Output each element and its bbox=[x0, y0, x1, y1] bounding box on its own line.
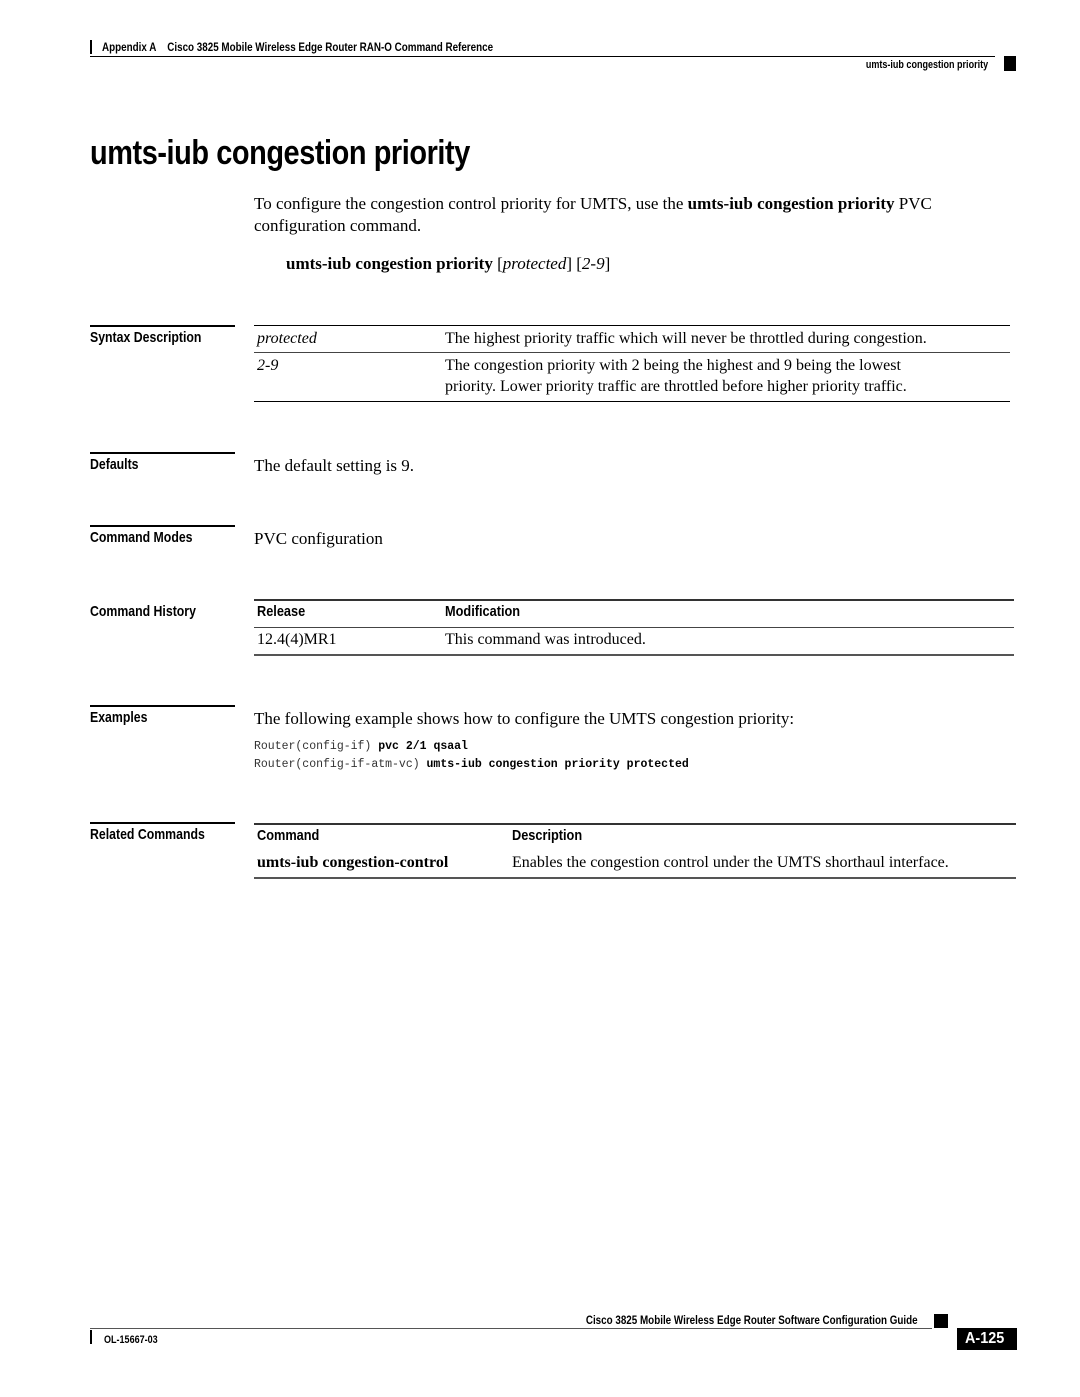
section-label-command-history: Command History bbox=[90, 603, 196, 620]
page-title: umts-iub congestion priority bbox=[90, 134, 470, 172]
command-syntax: umts-iub congestion priority [protected]… bbox=[286, 254, 610, 274]
examples-text: The following example shows how to confi… bbox=[254, 709, 795, 728]
header-book-info: Appendix A Cisco 3825 Mobile Wireless Ed… bbox=[102, 40, 493, 54]
syntax-param-range: 2-9 bbox=[257, 355, 278, 376]
desc-line: The congestion priority with 2 being the… bbox=[445, 357, 901, 374]
param-text: protected bbox=[257, 330, 317, 347]
section-rule bbox=[90, 325, 235, 327]
code-command: pvc 2/1 qsaal bbox=[378, 740, 468, 753]
syntax-param-protected: protected bbox=[257, 328, 317, 349]
history-release: 12.4(4)MR1 bbox=[257, 631, 337, 648]
syntax-command: umts-iub congestion priority bbox=[286, 254, 493, 273]
header-running-title: umts-iub congestion priority bbox=[865, 59, 988, 71]
code-prompt: Router(config-if-atm-vc) bbox=[254, 758, 427, 771]
param-text: 2-9 bbox=[257, 357, 279, 374]
defaults-text: The default setting is 9. bbox=[254, 456, 415, 475]
page-number: A-125 bbox=[957, 1328, 1017, 1350]
page-number-text: A-125 bbox=[965, 1330, 1005, 1347]
syntax-bracket: ] bbox=[604, 254, 611, 273]
syntax-arg-protected: protected bbox=[502, 254, 567, 273]
footer-bar bbox=[90, 1330, 92, 1344]
syntax-desc-protected: The highest priority traffic which will … bbox=[445, 330, 927, 347]
related-header-command: Command bbox=[257, 827, 320, 844]
intro-command: umts-iub congestion priority bbox=[687, 194, 895, 213]
table-row-divider bbox=[254, 352, 1010, 353]
related-command-description: Enables the congestion control under the… bbox=[512, 854, 949, 871]
syntax-bracket: ] [ bbox=[566, 254, 582, 273]
footer-rule bbox=[90, 1328, 932, 1329]
table-rule-bottom bbox=[254, 877, 1016, 879]
related-command-link[interactable]: umts-iub congestion-control bbox=[257, 852, 448, 873]
history-header-release: Release bbox=[257, 603, 306, 620]
section-label-defaults: Defaults bbox=[90, 456, 139, 473]
table-rule-top bbox=[254, 599, 1014, 601]
intro-paragraph: To configure the congestion control prio… bbox=[254, 193, 1014, 237]
desc-line: priority. Lower priority traffic are thr… bbox=[445, 378, 907, 395]
related-header-description: Description bbox=[512, 827, 583, 844]
header-rule bbox=[90, 56, 995, 57]
table-row-divider bbox=[254, 627, 1014, 628]
code-prompt: Router(config-if) bbox=[254, 740, 379, 753]
section-label-examples: Examples bbox=[90, 709, 148, 726]
intro-text: To configure the congestion control prio… bbox=[254, 194, 688, 213]
footer-doc-number: OL-15667-03 bbox=[104, 1334, 158, 1346]
section-rule bbox=[90, 452, 235, 454]
table-rule-bottom bbox=[254, 654, 1014, 656]
syntax-bracket: [ bbox=[492, 254, 503, 273]
header-bar bbox=[90, 40, 92, 54]
header-book-title: Cisco 3825 Mobile Wireless Edge Router R… bbox=[167, 40, 494, 54]
syntax-arg-range: 2-9 bbox=[581, 254, 605, 273]
section-rule bbox=[90, 705, 235, 707]
related-command-text[interactable]: umts-iub congestion-control bbox=[257, 854, 448, 871]
section-label-command-modes: Command Modes bbox=[90, 529, 193, 546]
code-line: Router(config-if-atm-vc) umts-iub conges… bbox=[254, 758, 689, 771]
section-label-related-commands: Related Commands bbox=[90, 826, 205, 843]
table-rule-bottom bbox=[254, 401, 1010, 402]
footer-block-marker bbox=[934, 1314, 948, 1328]
syntax-desc-range: The congestion priority with 2 being the… bbox=[445, 355, 907, 397]
section-rule bbox=[90, 822, 235, 824]
section-label-syntax-description: Syntax Description bbox=[90, 329, 202, 346]
command-modes-text: PVC configuration bbox=[254, 529, 383, 548]
table-rule-top bbox=[254, 325, 1010, 326]
table-rule-top bbox=[254, 823, 1016, 825]
header-appendix: Appendix A bbox=[102, 40, 157, 54]
code-line: Router(config-if) pvc 2/1 qsaal bbox=[254, 740, 468, 753]
history-modification: This command was introduced. bbox=[445, 631, 646, 648]
history-header-modification: Modification bbox=[445, 603, 521, 620]
header-block-marker bbox=[1004, 56, 1016, 71]
section-rule bbox=[90, 525, 235, 527]
code-command: umts-iub congestion priority protected bbox=[426, 758, 689, 771]
footer-guide-title: Cisco 3825 Mobile Wireless Edge Router S… bbox=[586, 1313, 918, 1327]
